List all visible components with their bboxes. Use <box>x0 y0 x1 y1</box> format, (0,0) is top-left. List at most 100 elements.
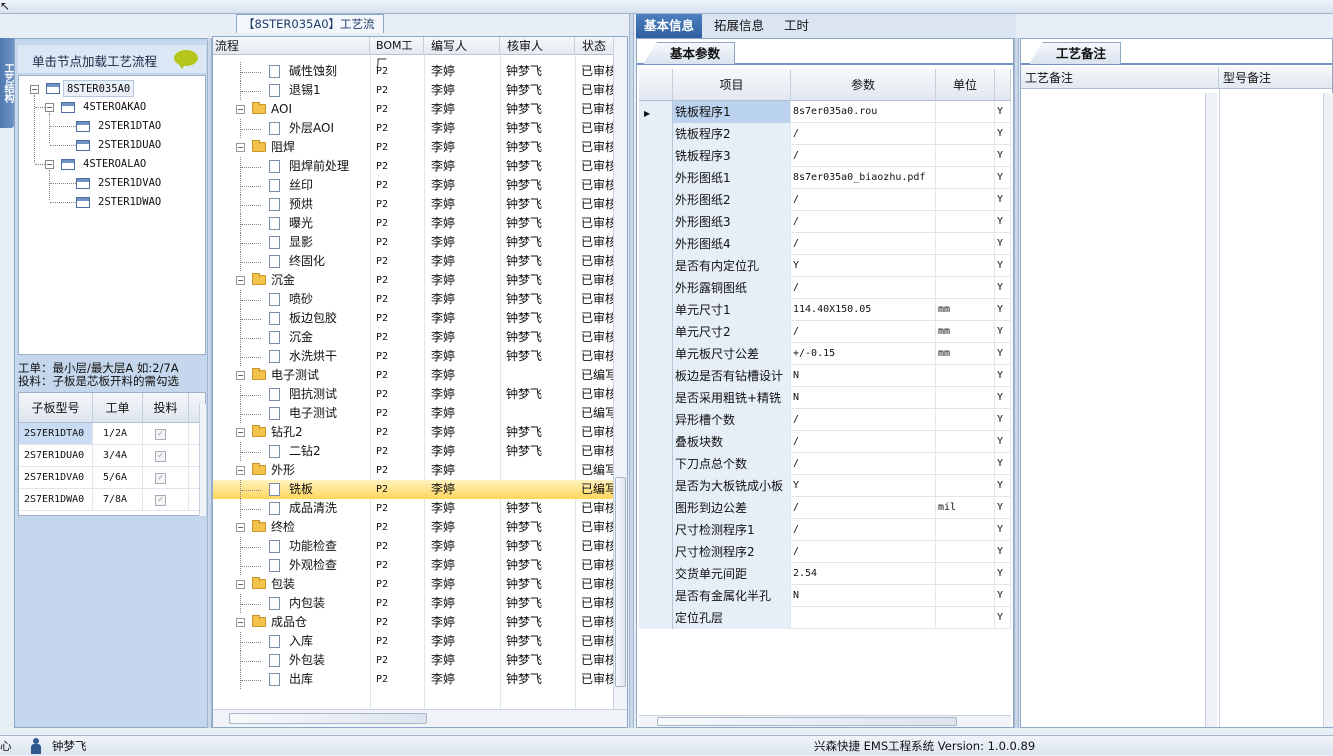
tree-node-leaf[interactable]: 2STER1DVAO <box>98 175 161 192</box>
collapse-icon[interactable]: − <box>236 580 245 589</box>
param-row[interactable]: 定位孔层 Y <box>639 607 1011 629</box>
col-header-process-notes[interactable]: 工艺备注 <box>1021 67 1219 89</box>
col-header-model-notes[interactable]: 型号备注 <box>1219 67 1332 89</box>
collapse-icon[interactable]: − <box>236 143 245 152</box>
params-hscrollbar[interactable] <box>639 715 1011 727</box>
param-value[interactable]: / <box>791 409 936 431</box>
mid-splitter[interactable] <box>629 14 634 728</box>
tree-node-group[interactable]: 4STEROAKAO <box>83 99 146 116</box>
subboard-row[interactable]: 2S7ER1DTA0 1/2A ✓ <box>19 423 205 445</box>
collapse-icon[interactable]: − <box>30 85 39 94</box>
flow-vscrollbar[interactable] <box>613 37 627 709</box>
flow-row[interactable]: − 外形 P2 李婷 已编写 <box>213 461 613 480</box>
col-header-status[interactable]: 状态 <box>575 37 613 55</box>
flow-row[interactable]: 二钻2 P2 李婷 钟梦飞 已审核 <box>213 442 613 461</box>
params-hscroll-thumb[interactable] <box>657 717 957 726</box>
param-row[interactable]: 叠板块数 / Y <box>639 431 1011 453</box>
flow-row[interactable]: 水洗烘干 P2 李婷 钟梦飞 已审核 <box>213 347 613 366</box>
param-row[interactable]: 单元板尺寸公差 +/-0.15 mm Y <box>639 343 1011 365</box>
flow-row[interactable]: 碱性蚀刻 P2 李婷 钟梦飞 已审核 <box>213 62 613 81</box>
tab-extended-info[interactable]: 拓展信息 <box>706 14 772 38</box>
collapse-icon[interactable]: − <box>236 276 245 285</box>
flow-row[interactable]: − 电子测试 P2 李婷 已编写 <box>213 366 613 385</box>
param-row[interactable]: 外形图纸3/ Y <box>639 211 1011 233</box>
collapse-icon[interactable]: − <box>236 523 245 532</box>
flow-row[interactable]: 沉金 P2 李婷 钟梦飞 已审核 <box>213 328 613 347</box>
subgrid-scrollbar[interactable] <box>199 404 206 516</box>
param-value[interactable]: 114.40X150.05 <box>791 299 936 321</box>
flow-hscroll-thumb[interactable] <box>229 713 427 724</box>
param-value[interactable]: / <box>791 123 936 145</box>
param-row[interactable]: 图形到边公差 / mil Y <box>639 497 1011 519</box>
collapse-icon[interactable]: − <box>45 103 54 112</box>
flow-row[interactable]: 入库 P2 李婷 钟梦飞 已审核 <box>213 632 613 651</box>
col-header-order[interactable]: 工单 <box>93 393 143 422</box>
param-value[interactable]: 2.54 <box>791 563 936 585</box>
flow-row[interactable]: 电子测试 P2 李婷 已编写 <box>213 404 613 423</box>
flow-row[interactable]: − 成品仓 P2 李婷 钟梦飞 已审核 <box>213 613 613 632</box>
param-row[interactable]: 外形露铜图纸 / Y <box>639 277 1011 299</box>
param-row[interactable]: 是否有内定位孔 Y Y <box>639 255 1011 277</box>
param-value[interactable]: / <box>791 145 936 167</box>
subboard-row[interactable]: 2S7ER1DUA0 3/4A ✓ <box>19 445 205 467</box>
param-value[interactable]: / <box>791 497 936 519</box>
param-row[interactable]: 外形图纸2/ Y <box>639 189 1011 211</box>
tree-node-leaf[interactable]: 2STER1DTAO <box>98 118 161 135</box>
param-value[interactable]: 8s7er035a0.rou <box>791 101 936 123</box>
flow-hscrollbar[interactable] <box>213 709 627 727</box>
feed-checkbox[interactable]: ✓ <box>155 495 166 506</box>
tab-process-notes[interactable]: 工艺备注 <box>1029 42 1122 64</box>
param-row[interactable]: 交货单元间距 2.54 Y <box>639 563 1011 585</box>
col-header-item[interactable]: 项目 <box>673 69 791 101</box>
param-row[interactable]: 单元尺寸2/mm Y <box>639 321 1011 343</box>
param-row[interactable]: 异形槽个数 / Y <box>639 409 1011 431</box>
param-value[interactable]: N <box>791 365 936 387</box>
flow-row[interactable]: 退锡1 P2 李婷 钟梦飞 已审核 <box>213 81 613 100</box>
flow-row[interactable]: 外观检查 P2 李婷 钟梦飞 已审核 <box>213 556 613 575</box>
collapse-icon[interactable]: − <box>45 160 54 169</box>
param-row[interactable]: 尺寸检测程序1/ Y <box>639 519 1011 541</box>
col-header-unit[interactable]: 单位 <box>936 69 995 101</box>
param-value[interactable]: / <box>791 453 936 475</box>
right-splitter[interactable] <box>1014 38 1019 728</box>
tree-node-group[interactable]: 4STEROALAO <box>83 156 146 173</box>
col-header-model[interactable]: 子板型号 <box>19 393 93 422</box>
subboard-row[interactable]: 2S7ER1DWA0 7/8A ✓ <box>19 489 205 511</box>
flow-row[interactable]: − 包装 P2 李婷 钟梦飞 已审核 <box>213 575 613 594</box>
param-row[interactable]: 是否采用粗铣+精铣 N Y <box>639 387 1011 409</box>
param-row[interactable]: 铣板程序2/ Y <box>639 123 1011 145</box>
col-header-flow[interactable]: 流程 <box>213 37 370 55</box>
param-row[interactable]: 单元尺寸1 114.40X150.05 mm Y <box>639 299 1011 321</box>
flow-row[interactable]: 成品清洗 P2 李婷 钟梦飞 已审核 <box>213 499 613 518</box>
flow-row[interactable]: 喷砂 P2 李婷 钟梦飞 已审核 <box>213 290 613 309</box>
process-notes-scrollbar[interactable] <box>1205 93 1217 727</box>
param-row[interactable]: 是否为大板铣成小板 Y Y <box>639 475 1011 497</box>
param-value[interactable]: N <box>791 585 936 607</box>
collapse-icon[interactable]: − <box>236 428 245 437</box>
feed-checkbox[interactable]: ✓ <box>155 429 166 440</box>
param-row[interactable]: 铣板程序3/ Y <box>639 145 1011 167</box>
collapse-icon[interactable]: − <box>236 466 245 475</box>
tab-basic-params[interactable]: 基本参数 <box>643 42 736 64</box>
param-value[interactable]: 8s7er035a0_biaozhu.pdf <box>791 167 936 189</box>
flow-row[interactable]: 出库 P2 李婷 钟梦飞 已审核 <box>213 670 613 689</box>
flow-row[interactable]: 阻抗测试 P2 李婷 钟梦飞 已审核 <box>213 385 613 404</box>
flow-row[interactable]: − AOI P2 李婷 钟梦飞 已审核 <box>213 100 613 119</box>
subboard-row[interactable]: 2S7ER1DVA0 5/6A ✓ <box>19 467 205 489</box>
feed-checkbox[interactable]: ✓ <box>155 451 166 462</box>
product-tree[interactable]: −8STER035A0−4STEROAKAO 2STER1DTAO 2STER1DU… <box>18 75 206 355</box>
param-value[interactable]: / <box>791 189 936 211</box>
col-header-reviewer[interactable]: 核审人 <box>500 37 575 55</box>
flow-row[interactable]: 预烘 P2 李婷 钟梦飞 已审核 <box>213 195 613 214</box>
param-value[interactable]: +/-0.15 <box>791 343 936 365</box>
param-value[interactable]: N <box>791 387 936 409</box>
flow-row[interactable]: 终固化 P2 李婷 钟梦飞 已审核 <box>213 252 613 271</box>
col-header-feed[interactable]: 投料 <box>143 393 189 422</box>
param-row[interactable]: ▶ 铣板程序1 8s7er035a0.rou Y <box>639 101 1011 123</box>
flow-row[interactable]: 丝印 P2 李婷 钟梦飞 已审核 <box>213 176 613 195</box>
param-value[interactable] <box>791 607 936 629</box>
flow-row[interactable]: 内包装 P2 李婷 钟梦飞 已审核 <box>213 594 613 613</box>
flow-vscroll-thumb[interactable] <box>615 477 626 687</box>
param-value[interactable]: / <box>791 211 936 233</box>
flow-row[interactable]: 曝光 P2 李婷 钟梦飞 已审核 <box>213 214 613 233</box>
